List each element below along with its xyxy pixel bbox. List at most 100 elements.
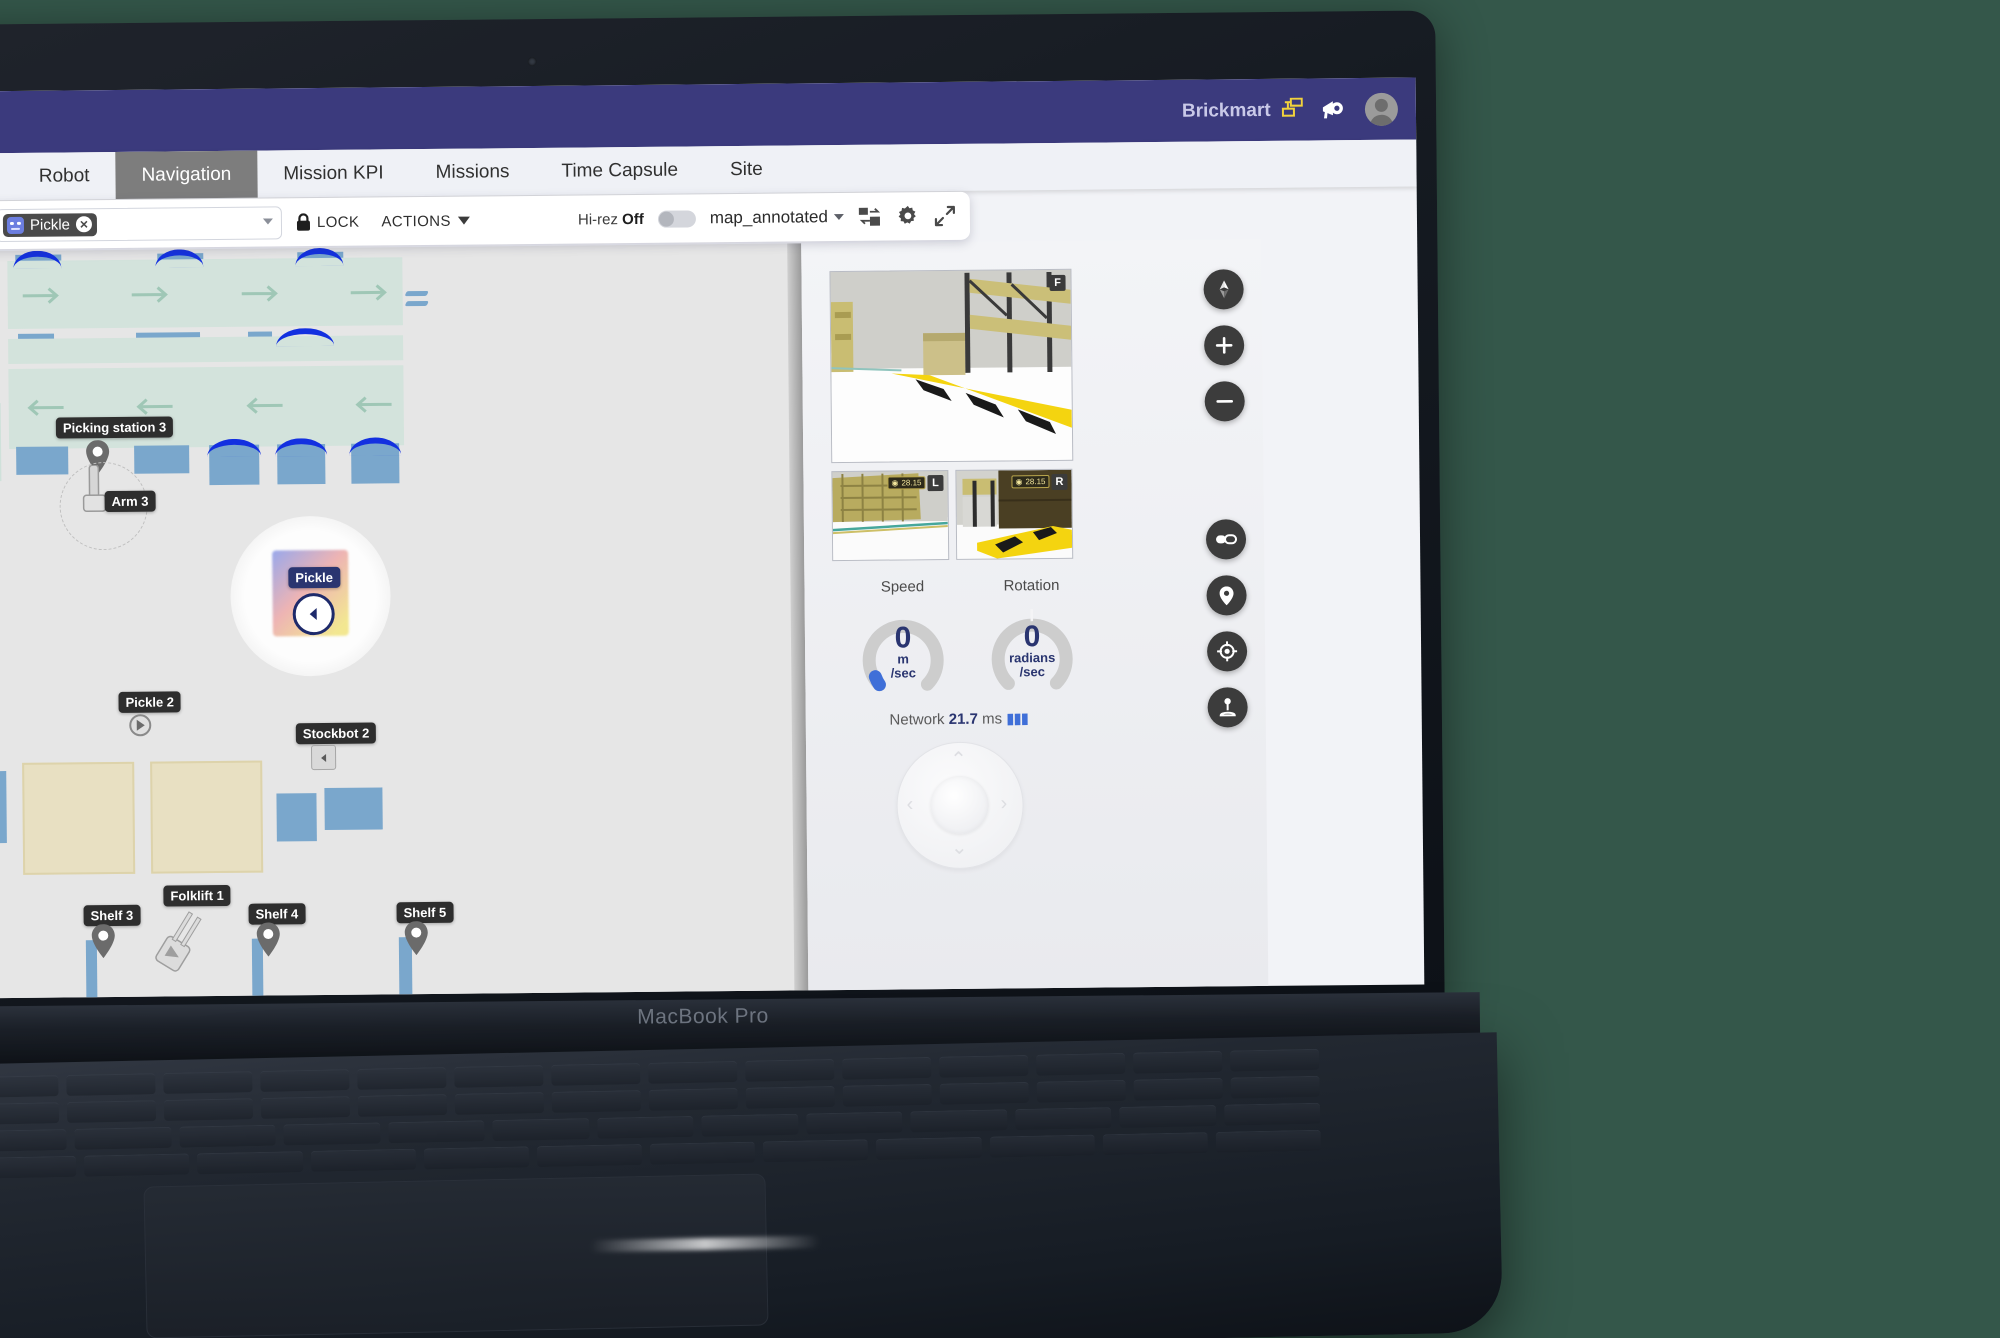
robot-direction-icon[interactable] — [129, 714, 152, 737]
map-bar — [18, 333, 55, 339]
network-unit: ms — [981, 710, 1003, 728]
hirez-toggle[interactable] — [657, 209, 696, 228]
speed-unit-bottom: /sec — [890, 665, 917, 681]
chevron-down-icon[interactable] — [262, 217, 273, 225]
dpad-down-icon[interactable]: ⌄ — [951, 835, 968, 860]
map-storage-pad — [150, 760, 264, 874]
map-block — [134, 445, 190, 474]
map-deco — [404, 290, 429, 297]
site-name-label: Brickmart — [1181, 99, 1271, 122]
dpad-hub[interactable] — [930, 775, 989, 835]
stockbot-2-marker[interactable] — [310, 744, 337, 771]
camera-left-badge: L — [927, 475, 944, 492]
map-name-label: map_annotated — [709, 207, 829, 228]
map-label-stockbot-2[interactable]: Stockbot 2 — [295, 722, 377, 745]
dpad-left-icon[interactable]: ‹ — [906, 793, 913, 816]
tab-missions[interactable]: Missions — [409, 148, 535, 196]
icon-column-spacer — [1205, 437, 1246, 503]
signal-bars-icon: ▮▮▮ — [1006, 710, 1029, 728]
rotation-value: 0 — [1023, 620, 1041, 654]
navigation-map[interactable]: ne 1 0.01 m/s Picking station 3 Arm 3 Pi… — [0, 243, 805, 1000]
tab-fleet[interactable]: Fleet — [0, 153, 13, 201]
actions-menu[interactable]: ACTIONS — [381, 212, 470, 230]
camera-front-badge: F — [1049, 274, 1066, 292]
robot-face-icon — [6, 216, 25, 234]
hirez-label-group: Hi-rez Off — [578, 210, 644, 228]
lock-label: LOCK — [316, 213, 360, 231]
map-zone-band — [0, 403, 2, 485]
map-label-picking-station-3[interactable]: Picking station 3 — [55, 416, 174, 439]
zoom-out-icon[interactable] — [1204, 381, 1245, 422]
robot-chip[interactable]: Pickle ✕ — [2, 212, 98, 237]
joystick-icon[interactable] — [1207, 687, 1248, 728]
map-storage-pad — [22, 761, 136, 875]
site-name[interactable]: Brickmart — [1181, 97, 1303, 123]
close-icon[interactable]: ✕ — [75, 216, 93, 233]
robot-control-panel: F ◉ 28.15 L ◉ 28.15 R Speed Rotation 0 m… — [801, 238, 1269, 994]
speed-gauge-value-group: 0 m /sec — [855, 621, 952, 681]
tab-time-capsule[interactable]: Time Capsule — [535, 146, 704, 195]
tab-mission-kpi[interactable]: Mission KPI — [257, 149, 410, 197]
network-status: Network 21.7 ms ▮▮▮ — [834, 709, 1084, 729]
zoom-in-icon[interactable] — [1203, 325, 1245, 366]
lock-control[interactable]: LOCK — [296, 213, 360, 232]
expand-arrows-icon[interactable] — [934, 205, 956, 227]
robot-heading-icon[interactable] — [292, 592, 335, 636]
map-block — [324, 787, 383, 830]
robot-dpad[interactable]: ⌃ ⌄ ‹ › — [895, 741, 1025, 870]
megaphone-icon[interactable] — [1319, 96, 1349, 122]
tab-robot[interactable]: Robot — [13, 152, 116, 200]
map-block — [276, 793, 317, 842]
map-label-folklift-1-b[interactable]: Folklift 1 — [163, 884, 231, 907]
rotation-gauge-value-group: 0 radians /sec — [984, 620, 1081, 680]
map-label-pickle[interactable]: Pickle — [288, 566, 341, 589]
map-pin-icon[interactable] — [91, 924, 116, 959]
map-pin-icon[interactable] — [1206, 575, 1247, 616]
map-blue-arc — [275, 327, 335, 347]
map-deco — [404, 300, 429, 307]
rotation-gauge-label: Rotation — [1003, 576, 1060, 595]
map-bar — [136, 332, 201, 338]
robot-select-input[interactable]: Pickle ✕ — [0, 205, 283, 242]
camera-icon: ◉ — [891, 478, 899, 488]
camera-left-time-value: 28.15 — [901, 478, 922, 488]
map-label-arm-3[interactable]: Arm 3 — [104, 490, 156, 513]
tab-site[interactable]: Site — [704, 146, 789, 194]
compass-icon[interactable] — [1203, 269, 1244, 310]
link-chain-icon[interactable] — [1205, 519, 1247, 560]
locate-target-icon[interactable] — [1206, 631, 1248, 672]
aisle-flow-arrows — [22, 283, 391, 305]
triangle-down-icon — [457, 216, 470, 225]
camera-icon: ◉ — [1015, 477, 1023, 487]
camera-view-right[interactable]: ◉ 28.15 R — [955, 468, 1074, 560]
speed-gauge-label: Speed — [880, 578, 925, 596]
navigation-toolbar: Pickle ✕ LOCK ACTIONS Hi-rez Off map_ann… — [0, 191, 971, 250]
dpad-up-icon[interactable]: ⌃ — [950, 747, 967, 772]
camera-view-front[interactable]: F — [829, 268, 1074, 464]
screenshot-root: bit Enterprise Brickmart — [0, 0, 2000, 1338]
map-pin-icon[interactable] — [256, 922, 281, 957]
dpad-right-icon[interactable]: › — [1000, 792, 1007, 815]
camera-view-left[interactable]: ◉ 28.15 L — [831, 469, 950, 562]
network-label: Network — [889, 711, 945, 729]
actions-label: ACTIONS — [381, 212, 451, 230]
hirez-state: Off — [622, 210, 644, 228]
map-bar — [247, 331, 273, 337]
map-pin-icon[interactable] — [404, 921, 429, 956]
speed-value: 0 — [894, 621, 912, 655]
swap-layers-icon[interactable] — [858, 206, 882, 228]
map-blue-arc — [295, 247, 344, 267]
laptop-model-label: MacBook Pro — [637, 1004, 769, 1029]
gear-icon[interactable] — [896, 204, 920, 228]
map-label-pickle-2[interactable]: Pickle 2 — [118, 691, 182, 713]
webcam-icon — [527, 57, 537, 67]
map-select[interactable]: map_annotated — [710, 207, 844, 228]
tab-navigation[interactable]: Navigation — [115, 150, 258, 199]
robot-chip-label: Pickle — [29, 215, 71, 234]
camera-right-time-value: 28.15 — [1025, 477, 1046, 487]
forklift-icon[interactable] — [147, 904, 213, 978]
camera-right-timestamp: ◉ 28.15 — [1011, 475, 1050, 489]
laptop-screen: bit Enterprise Brickmart — [0, 77, 1425, 1000]
map-blue-arc — [13, 250, 62, 269]
user-avatar-icon[interactable] — [1364, 92, 1399, 126]
